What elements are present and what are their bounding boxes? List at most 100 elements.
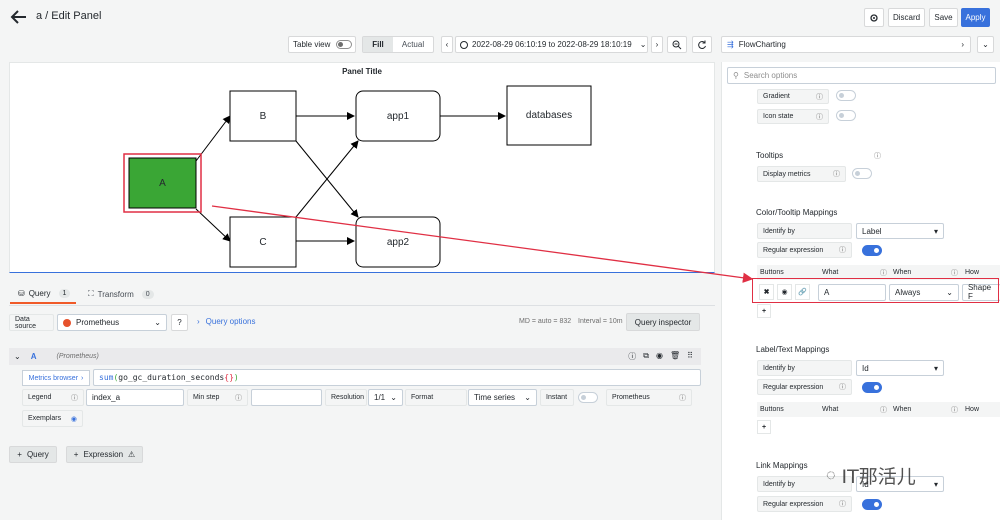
zoom-out-icon — [672, 40, 682, 49]
display-metrics-switch[interactable] — [852, 168, 872, 179]
tab-query-count: 1 — [58, 288, 71, 298]
add-query-button[interactable]: + Query — [9, 446, 57, 463]
tab-query-label: Query — [28, 288, 51, 298]
save-button[interactable]: Save — [929, 8, 958, 27]
plus-icon: + — [73, 450, 79, 459]
node-b-label: B — [259, 110, 267, 122]
icon-state-label: Icon state ⓘ — [757, 109, 829, 124]
prometheus-icon — [63, 318, 71, 327]
datasource-help-button[interactable]: ? — [171, 314, 188, 331]
node-a-label: A — [159, 177, 166, 189]
refresh-button[interactable] — [692, 36, 712, 53]
query-name[interactable]: A — [31, 352, 37, 361]
min-step-input[interactable] — [251, 389, 322, 406]
identify-by-select-color[interactable]: Label ▾ — [856, 223, 944, 239]
gradient-switch[interactable] — [836, 90, 856, 101]
query-row-header: ⌄ A (Prometheus) ⓘ ⧉ ◉ 🗑 ⠿ — [9, 348, 701, 365]
query-expression-input[interactable]: sum(go_gc_duration_seconds{}) — [93, 369, 701, 386]
tab-transform-count: 0 — [141, 289, 154, 299]
settings-gear-button[interactable] — [864, 8, 884, 27]
resolution-select[interactable]: 1/1 ⌄ — [368, 389, 403, 406]
page-title: a / Edit Panel — [36, 10, 102, 22]
legend-label: Legend ⓘ — [22, 389, 84, 406]
chevron-right-icon: › — [197, 317, 200, 326]
query-inspector-button[interactable]: Query inspector — [626, 313, 700, 331]
tab-transform[interactable]: ⛶ Transform 0 — [86, 286, 160, 304]
time-picker[interactable]: 2022-08-29 06:10:19 to 2022-08-29 18:10:… — [455, 36, 648, 53]
prometheus-label: Prometheus ⓘ — [606, 389, 692, 406]
regex-switch-link[interactable] — [862, 499, 882, 510]
caret-down-icon: ▾ — [933, 226, 938, 236]
info-icon: ⓘ — [874, 153, 881, 160]
time-forward-button[interactable]: › — [651, 36, 663, 53]
tooltips-title: Tooltips — [756, 151, 784, 160]
node-c-label: C — [259, 236, 267, 248]
info-icon: ⓘ — [833, 171, 840, 178]
instant-switch[interactable] — [578, 392, 598, 403]
wechat-icon: ◌ — [826, 466, 836, 484]
regex-switch-label[interactable] — [862, 382, 882, 393]
identify-by-select-label[interactable]: Id ▾ — [856, 360, 944, 376]
trash-icon[interactable]: 🗑 — [670, 351, 680, 362]
table-view-label: Table view — [293, 40, 331, 49]
datasource-select[interactable]: Prometheus ⌄ — [57, 314, 167, 331]
search-options-input[interactable]: ⚲ Search options — [727, 67, 996, 84]
metrics-browser-button[interactable]: Metrics browser › — [22, 370, 90, 386]
legend-input[interactable]: index_a — [86, 389, 184, 406]
zoom-out-button[interactable] — [667, 36, 687, 53]
gradient-label: Gradient ⓘ — [757, 89, 829, 104]
info-icon: ⓘ — [71, 394, 78, 402]
search-placeholder: Search options — [743, 71, 798, 80]
discard-button[interactable]: Discard — [888, 8, 925, 27]
collapse-chevron-icon[interactable]: ⌄ — [14, 352, 21, 361]
help-icon[interactable]: ⓘ — [628, 351, 636, 362]
chevron-right-icon: › — [961, 40, 964, 49]
query-source: (Prometheus) — [56, 353, 99, 360]
back-arrow-icon[interactable] — [10, 9, 28, 25]
panel-preview: Panel Title A B C app1 app2 databases — [9, 62, 715, 273]
info-icon: ⓘ — [839, 501, 846, 508]
metrics-browser-label: Metrics browser — [28, 374, 79, 382]
database-icon: ⛁ — [18, 288, 25, 298]
eye-icon[interactable]: ◉ — [656, 351, 663, 362]
caret-down-icon: ▾ — [933, 479, 938, 489]
add-expression-button[interactable]: + Expression ⚠ — [66, 446, 143, 463]
table-view-switch[interactable] — [336, 40, 353, 49]
info-icon: ⓘ — [679, 394, 686, 402]
identify-by-label: Identify by — [757, 223, 852, 239]
info-icon: ⓘ — [816, 93, 823, 101]
duplicate-icon[interactable]: ⧉ — [643, 351, 649, 362]
time-back-button[interactable]: ‹ — [441, 36, 453, 53]
visualization-name: FlowCharting — [738, 40, 786, 49]
query-options-label: Query options — [205, 317, 256, 326]
icon-state-switch[interactable] — [836, 110, 856, 121]
color-tooltip-mappings-title: Color/Tooltip Mappings — [756, 208, 838, 217]
fill-option[interactable]: Fill — [363, 37, 393, 52]
actual-option[interactable]: Actual — [393, 37, 433, 52]
add-mapping-button[interactable]: + — [757, 304, 771, 318]
options-collapse-button[interactable]: ⌄ — [977, 36, 994, 53]
info-icon: ⓘ — [839, 247, 846, 254]
table-view-toggle[interactable]: Table view — [288, 36, 356, 53]
node-app1-label: app1 — [386, 110, 410, 122]
refresh-icon — [698, 40, 706, 49]
query-options-toggle[interactable]: › Query options — [197, 317, 255, 326]
expr-function: sum — [99, 373, 114, 382]
caret-down-icon: ▾ — [933, 363, 938, 373]
label-text-mappings-title: Label/Text Mappings — [756, 345, 830, 354]
visualization-picker[interactable]: ⇶ FlowCharting › — [721, 36, 971, 53]
apply-button[interactable]: Apply — [961, 8, 990, 27]
mapping-table-header-label: Buttons What ⓘ When ⓘ How — [757, 402, 1000, 417]
flowcharting-icon: ⇶ — [727, 40, 734, 49]
chevron-down-icon: ⌄ — [639, 40, 647, 49]
chevron-down-icon: ⌄ — [524, 393, 531, 402]
add-label-mapping-button[interactable]: + — [757, 420, 771, 434]
time-range-text: 2022-08-29 06:10:19 to 2022-08-29 18:10:… — [472, 40, 632, 49]
datasource-value: Prometheus — [76, 318, 120, 327]
eye-icon[interactable]: ◉ — [71, 415, 77, 423]
tab-query[interactable]: ⛁ Query 1 — [10, 286, 77, 304]
drag-handle-icon[interactable]: ⠿ — [687, 351, 693, 362]
regex-switch-color[interactable] — [862, 245, 882, 256]
format-select[interactable]: Time series ⌄ — [468, 389, 537, 406]
instant-label: Instant — [540, 389, 574, 406]
